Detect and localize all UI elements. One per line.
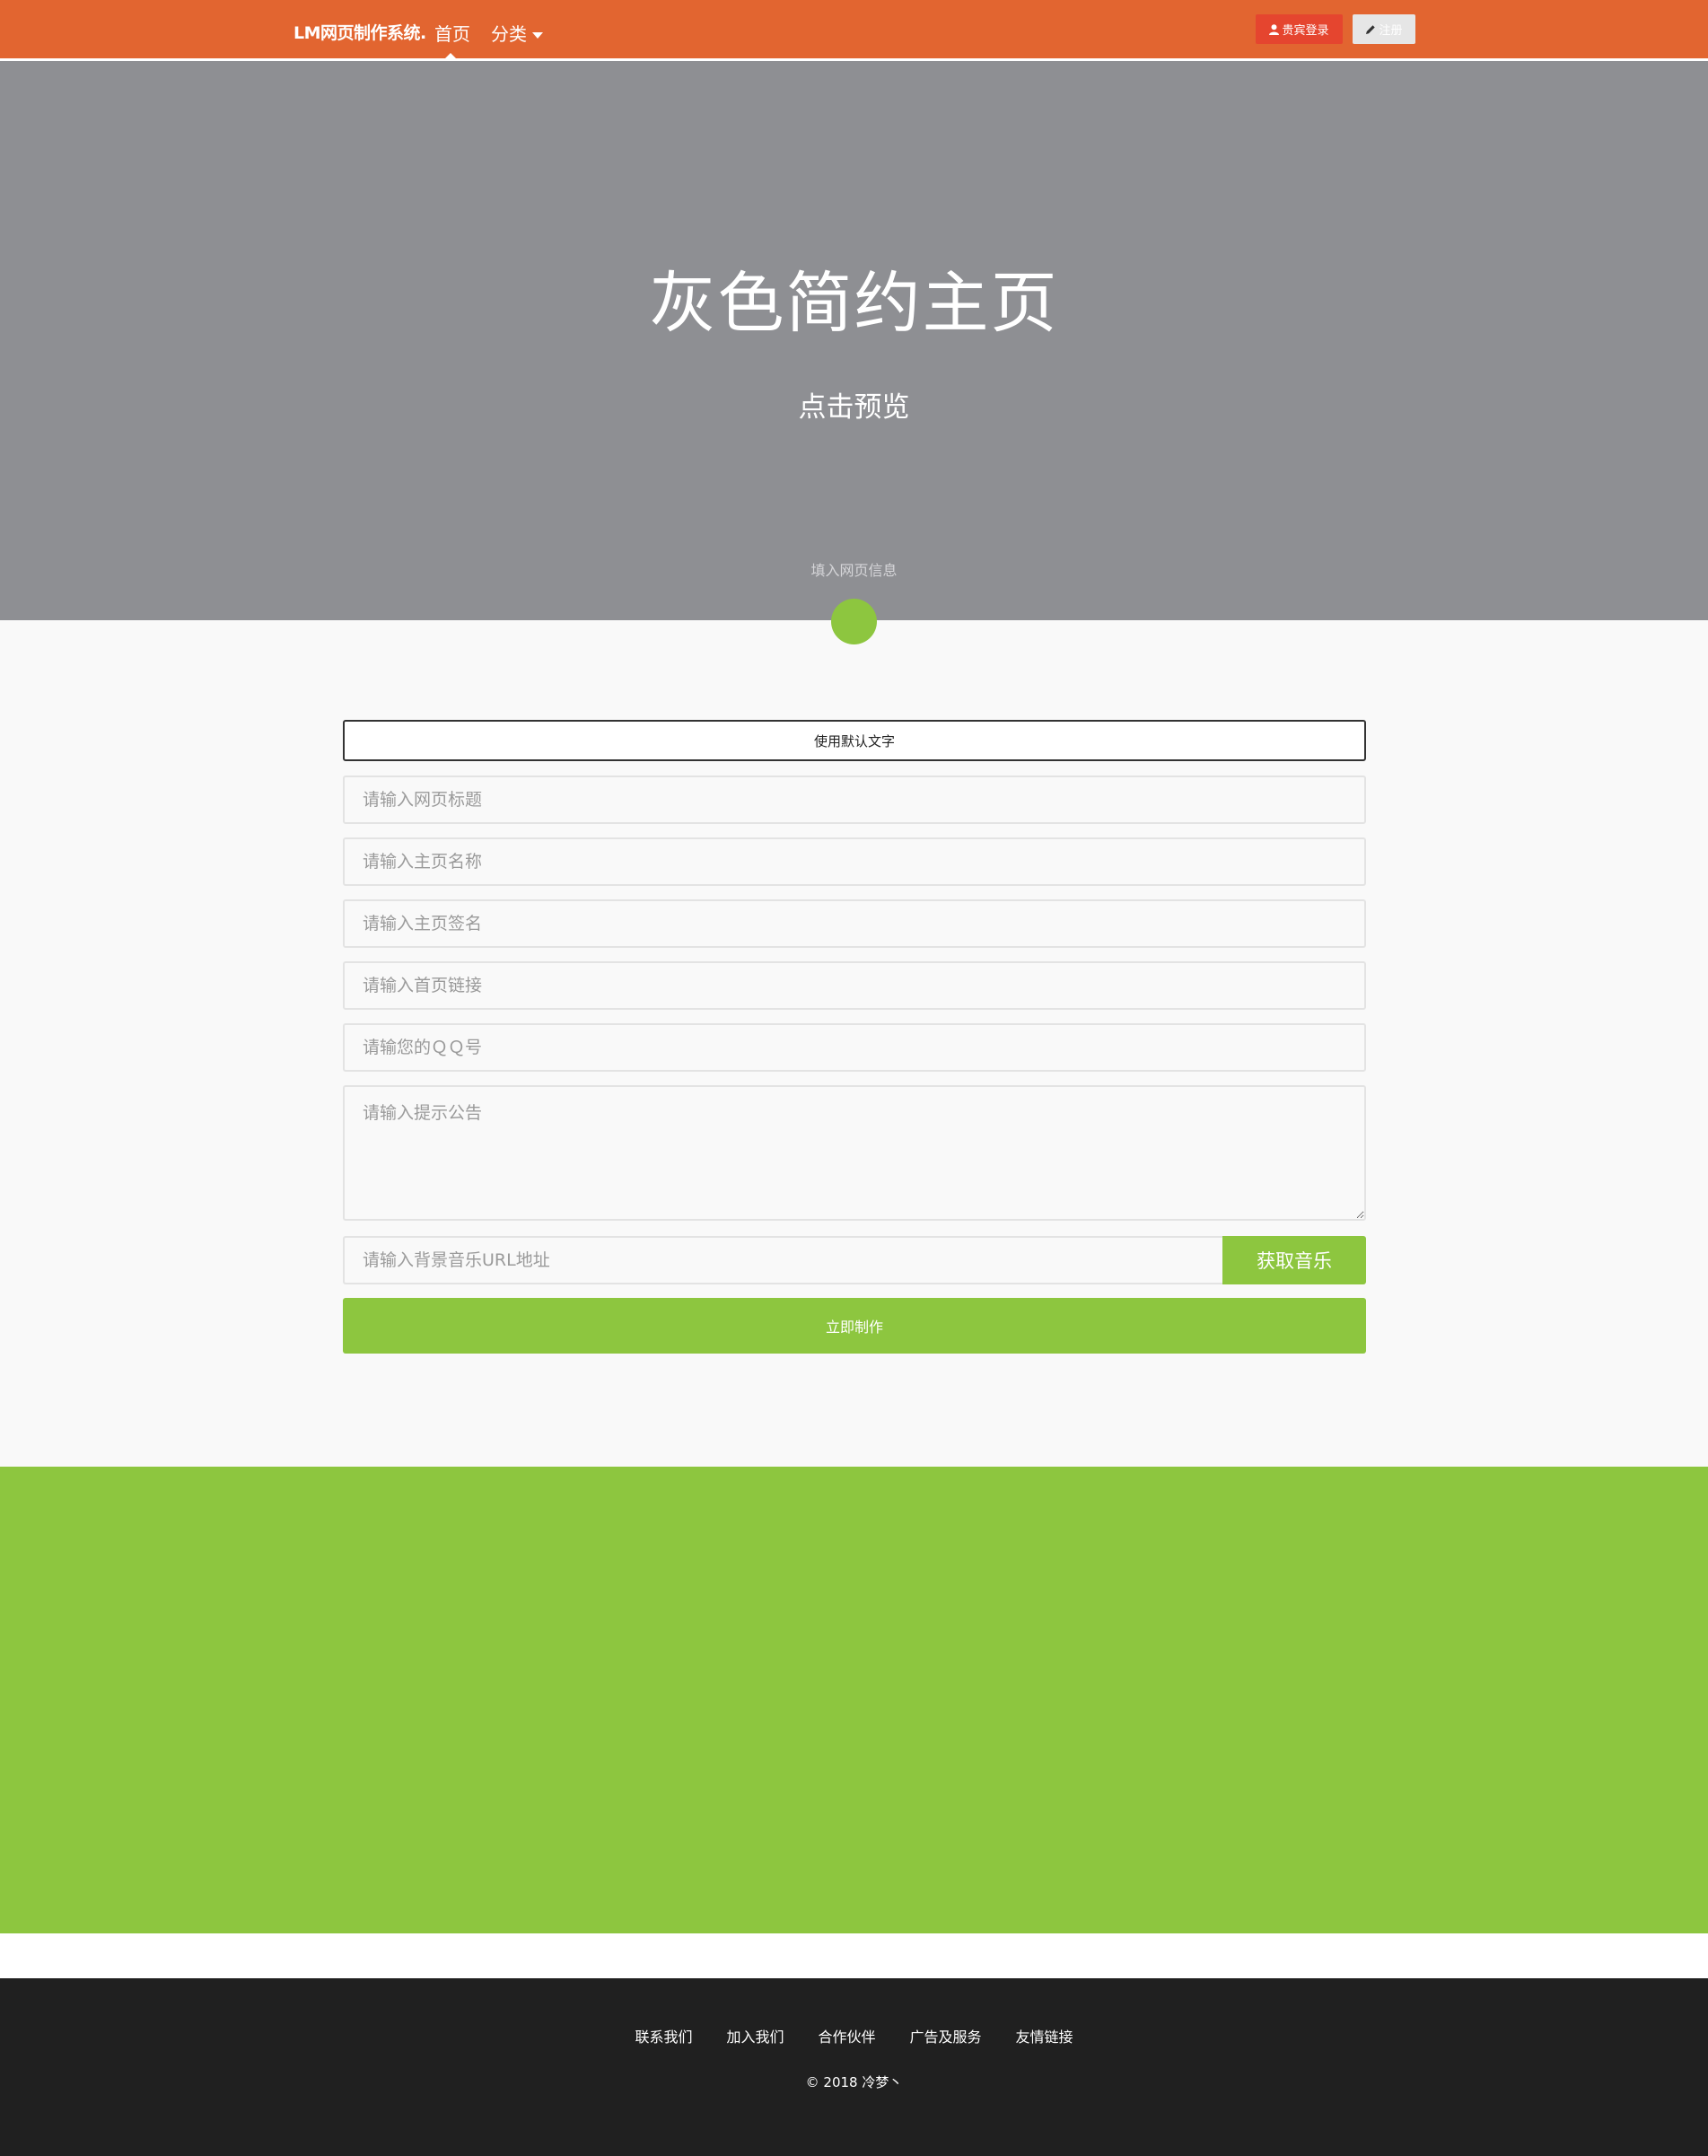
footer-link-partners[interactable]: 合作伙伴 [818, 2025, 875, 2046]
guest-login-button[interactable]: 贵宾登录 [1256, 14, 1343, 44]
qq-number-input[interactable] [343, 1023, 1366, 1072]
use-default-text-button[interactable]: 使用默认文字 [343, 720, 1366, 761]
user-icon [1269, 23, 1280, 35]
footer-link-contact[interactable]: 联系我们 [635, 2025, 692, 2046]
caret-down-icon [532, 32, 543, 39]
page-title: 灰色简约主页 [649, 265, 1059, 342]
brand-logo[interactable]: LM网页制作系统. [293, 20, 426, 44]
section-hint: 填入网页信息 [810, 562, 898, 579]
footer-link-friends[interactable]: 友情链接 [1016, 2025, 1073, 2046]
footer-links: 联系我们 加入我们 合作伙伴 广告及服务 友情链接 [0, 2025, 1708, 2046]
top-navbar: LM网页制作系统. 首页 分类 贵宾登录 注册 [0, 0, 1708, 61]
notice-textarea[interactable] [343, 1085, 1366, 1221]
music-url-input[interactable] [343, 1236, 1222, 1284]
green-banner-section [0, 1467, 1708, 1933]
preview-link[interactable]: 点击预览 [0, 384, 1708, 425]
register-button[interactable]: 注册 [1353, 14, 1415, 44]
fetch-music-button[interactable]: 获取音乐 [1222, 1236, 1366, 1284]
footer-link-ads[interactable]: 广告及服务 [910, 2025, 982, 2046]
section-indicator-dot [831, 599, 877, 644]
footer: 联系我们 加入我们 合作伙伴 广告及服务 友情链接 © 2018 冷梦丶 [0, 1978, 1708, 2156]
footer-link-join[interactable]: 加入我们 [726, 2025, 784, 2046]
active-indicator-arrow [442, 53, 459, 61]
hero-section: 灰色简约主页 点击预览 填入网页信息 [0, 61, 1708, 620]
nav-home-link[interactable]: 首页 [434, 20, 470, 46]
section-divider [0, 1933, 1708, 1978]
copyright-text: © 2018 冷梦丶 [805, 2074, 903, 2090]
nav-category-dropdown[interactable]: 分类 [491, 20, 543, 46]
pencil-icon [1366, 24, 1376, 34]
nav-category-label: 分类 [491, 23, 527, 45]
homepage-signature-input[interactable] [343, 899, 1366, 948]
register-label: 注册 [1379, 24, 1403, 38]
page-title-input[interactable] [343, 776, 1366, 824]
homepage-name-input[interactable] [343, 837, 1366, 886]
homepage-link-input[interactable] [343, 961, 1366, 1010]
guest-login-label: 贵宾登录 [1282, 24, 1329, 38]
create-now-button[interactable]: 立即制作 [343, 1298, 1366, 1354]
